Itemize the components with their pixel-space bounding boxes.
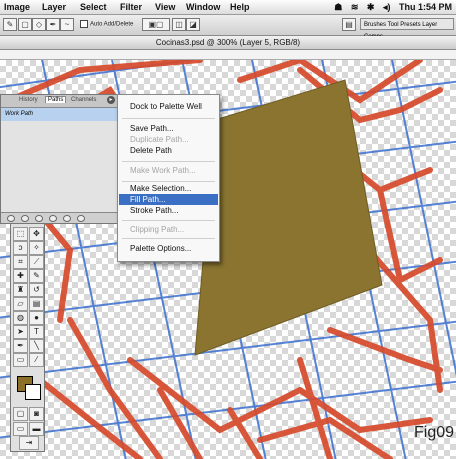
menu-item-duplicate-path: Duplicate Path... [130,135,189,144]
lasso-tool-icon[interactable]: ↄ [13,241,28,255]
pen-tool-icon[interactable]: ✒ [13,339,28,353]
make-work-path-icon[interactable] [49,215,57,222]
document-title: Cocinas3.psd @ 300% (Layer 5, RGB/8) [0,36,456,50]
menubar-status: ☗ ≋ ✱ ◂) Thu 1:54 PM [328,2,452,13]
magic-wand-tool-icon[interactable]: ✧ [29,241,44,255]
standard-mode-icon[interactable]: ▢ [13,407,28,421]
work-path-row[interactable]: Work Path [1,108,117,121]
palette-tab-bar: History Paths Channels ▸ [1,95,117,108]
quick-mask-mode-icon[interactable]: ◙ [29,407,44,421]
toolbox: ⬚ ✥ ↄ ✧ ⌗ ⟋ ✚ ✎ ♜ ↺ ▱ ▤ ◍ ● ➤ T ✒ ╲ ▭ ⁄ … [10,223,45,452]
palette-well[interactable]: Brushes Tool Presets Layer Comps [360,18,454,40]
menu-item-make-work-path: Make Work Path... [130,166,196,175]
menu-separator [122,161,215,162]
palette-footer [1,212,117,223]
file-browser-icon[interactable]: ▤ [342,18,356,31]
crop-tool-icon[interactable]: ⌗ [13,255,28,269]
filled-path-shape [194,79,383,356]
ruler [0,50,456,60]
brush-tool-icon[interactable]: ✎ [29,269,44,283]
history-brush-tool-icon[interactable]: ↺ [29,283,44,297]
shape-layers-icon[interactable]: ▢ [18,18,32,31]
menu-help[interactable]: Help [230,2,250,12]
blur-tool-icon[interactable]: ◍ [13,311,28,325]
menu-item-save-path[interactable]: Save Path... [130,124,174,133]
exclude-icon[interactable]: ◪ [186,18,200,31]
figure-label: Fig09 [414,424,455,441]
tab-history[interactable]: History [19,97,38,103]
menu-select[interactable]: Select [80,2,107,12]
background-color-swatch[interactable] [25,384,41,400]
freeform-pen-icon[interactable]: ~ [60,18,74,31]
auto-add-delete-checkbox[interactable]: Auto Add/Delete [80,20,133,28]
paths-mode-icon[interactable]: ◇ [32,18,46,31]
load-selection-icon[interactable] [35,215,43,222]
menu-item-delete-path[interactable]: Delete Path [130,146,172,155]
paths-palette-menu: Dock to Palette Well Save Path... Duplic… [117,94,220,262]
stamp-tool-icon[interactable]: ♜ [13,283,28,297]
fill-path-icon[interactable] [7,215,15,222]
menu-separator [122,220,215,221]
user-icon[interactable]: ☗ [334,2,342,12]
menu-item-clipping-path: Clipping Path... [130,225,185,234]
eyedropper-tool-icon[interactable]: ⁄ [29,353,44,367]
pen-icon[interactable]: ✒ [46,18,60,31]
menu-window[interactable]: Window [186,2,220,12]
menubar-clock[interactable]: Thu 1:54 PM [399,2,452,12]
pen-tool-preset-icon[interactable]: ✎ [3,18,17,31]
menu-separator [122,181,215,182]
marquee-tool-icon[interactable]: ⬚ [13,227,28,241]
type-tool-icon[interactable]: T [29,325,44,339]
jump-to-imageready-icon[interactable]: ⇥ [19,436,39,450]
tab-channels[interactable]: Channels [71,97,96,103]
new-path-icon[interactable] [63,215,71,222]
menu-bar: Image Layer Select Filter View Window He… [0,0,456,15]
bluetooth-icon[interactable]: ✱ [367,2,375,12]
menu-separator [122,118,215,119]
palette-menu-icon[interactable]: ▸ [107,96,115,104]
line-tool-icon[interactable]: ╲ [29,339,44,353]
gradient-tool-icon[interactable]: ▤ [29,297,44,311]
delete-path-icon[interactable] [77,215,85,222]
paths-palette: History Paths Channels ▸ Work Path [0,94,118,224]
menu-item-palette-options[interactable]: Palette Options... [130,244,191,253]
options-bar: ✎ ▢ ◇ ✒ ~ Auto Add/Delete ▣▢ ◫ ◪ ▤ Brush… [0,15,456,40]
menu-image[interactable]: Image [4,2,30,12]
slice-tool-icon[interactable]: ⟋ [29,255,44,269]
screen-mode-icon[interactable]: ▭ [13,422,28,436]
eraser-tool-icon[interactable]: ▱ [13,297,28,311]
path-selection-tool-icon[interactable]: ➤ [13,325,28,339]
dodge-tool-icon[interactable]: ● [29,311,44,325]
menu-item-stroke-path[interactable]: Stroke Path... [130,206,178,215]
checkbox-icon [80,20,88,28]
stroke-path-icon[interactable] [21,215,29,222]
auto-add-delete-label: Auto Add/Delete [90,21,134,28]
menu-item-make-selection[interactable]: Make Selection... [130,184,191,193]
volume-icon[interactable]: ◂) [383,2,391,12]
path-area-icon[interactable]: ▣▢ [142,18,170,31]
combine-icon[interactable]: ◫ [172,18,186,31]
healing-brush-tool-icon[interactable]: ✚ [13,269,28,283]
menu-filter[interactable]: Filter [120,2,142,12]
menu-separator [122,238,215,239]
notes-tool-icon[interactable]: ▭ [13,353,28,367]
menu-view[interactable]: View [155,2,175,12]
full-screen-mode-icon[interactable]: ▬ [29,422,44,436]
menu-item-dock-to-palette-well[interactable]: Dock to Palette Well [130,102,202,111]
wifi-icon[interactable]: ≋ [351,2,359,12]
menu-layer[interactable]: Layer [42,2,66,12]
menu-item-fill-path[interactable]: Fill Path... [130,195,166,204]
move-tool-icon[interactable]: ✥ [29,227,44,241]
tab-paths[interactable]: Paths [45,96,67,103]
